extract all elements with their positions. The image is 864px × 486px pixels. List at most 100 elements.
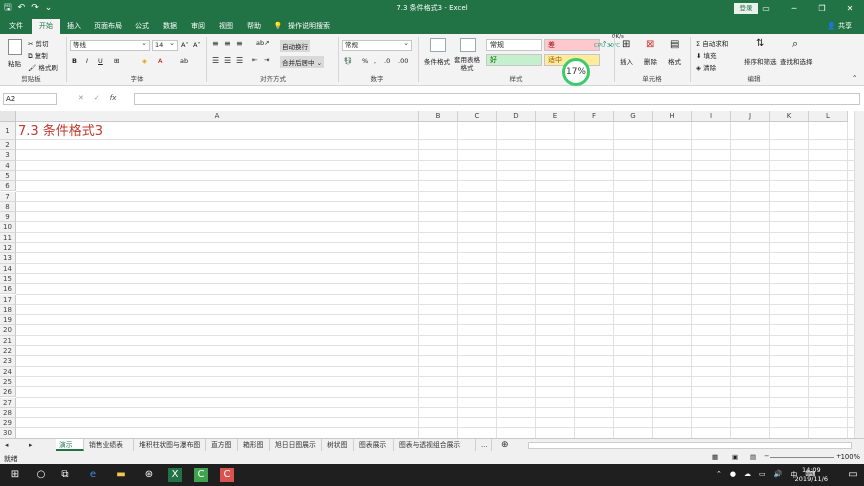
cancel-icon[interactable]: ✕ — [78, 94, 84, 102]
page-layout-view-icon[interactable]: ▣ — [732, 453, 738, 461]
column-header[interactable]: H — [653, 111, 692, 122]
red-app-icon[interactable]: C — [220, 468, 234, 482]
merge-center-button[interactable]: 合并后居中 ⌄ — [280, 56, 325, 68]
percent-button[interactable]: % — [362, 57, 368, 65]
tab-home[interactable]: 开始 — [32, 19, 60, 34]
row-header[interactable]: 27 — [0, 397, 16, 408]
border-icon[interactable]: ⊞ — [114, 57, 119, 65]
row-header[interactable]: 21 — [0, 335, 16, 346]
sheet-tab[interactable]: 旭日日图展示 — [272, 439, 322, 451]
media-player-icon[interactable]: ⊛ — [142, 468, 156, 482]
align-right-icon[interactable]: ☰ — [236, 56, 243, 65]
row-header[interactable]: 28 — [0, 407, 16, 419]
row-header[interactable]: 12 — [0, 243, 16, 254]
column-header[interactable]: G — [614, 111, 653, 122]
row-header[interactable]: 22 — [0, 346, 16, 357]
font-color-icon[interactable]: A — [158, 57, 162, 65]
row-header[interactable]: 6 — [0, 181, 16, 192]
name-box[interactable]: A2 — [3, 93, 57, 105]
zoom-out-icon[interactable]: − — [764, 452, 769, 460]
paste-button[interactable]: 粘贴 — [8, 58, 21, 68]
restore-icon[interactable]: ❐ — [808, 0, 836, 17]
row-header[interactable]: 8 — [0, 201, 16, 213]
task-view-icon[interactable]: ⧉ — [58, 468, 72, 482]
format-painter-button[interactable]: 🖌 格式刷 — [28, 62, 58, 72]
column-header[interactable]: A — [16, 111, 419, 122]
row-header[interactable]: 5 — [0, 170, 16, 182]
sheet-tab[interactable]: 销售业绩表 — [86, 439, 134, 451]
minimize-icon[interactable]: ─ — [780, 0, 808, 17]
sheet-tab[interactable]: 直方图 — [208, 439, 238, 451]
clear-button[interactable]: ◈ 清除 — [696, 62, 716, 72]
style-normal[interactable]: 常规 — [486, 39, 542, 51]
vertical-scrollbar[interactable] — [854, 111, 864, 438]
wrap-text-button[interactable]: 自动换行 — [280, 40, 310, 52]
tab-data[interactable]: 数据 — [158, 19, 182, 34]
insert-function-button[interactable]: fx — [110, 94, 117, 102]
row-header[interactable]: 15 — [0, 273, 16, 285]
column-header[interactable]: L — [809, 111, 848, 122]
sheet-tab[interactable]: 堆积柱状图与瀑布图 — [136, 439, 206, 451]
align-center-icon[interactable]: ☰ — [224, 56, 231, 65]
column-header[interactable]: J — [731, 111, 770, 122]
row-header[interactable]: 1 — [0, 122, 16, 140]
find-select-button[interactable]: 查找和选择 — [780, 56, 813, 66]
fill-color-icon[interactable]: ◈ — [142, 57, 147, 65]
delete-cells-button[interactable]: 删除 — [644, 56, 657, 66]
column-header[interactable]: D — [497, 111, 536, 122]
cut-button[interactable]: ✂ 剪切 — [28, 38, 49, 48]
share-button[interactable]: 👤 共享 — [827, 19, 852, 34]
row-header[interactable]: 23 — [0, 356, 16, 367]
number-format-select[interactable]: 常规 — [342, 39, 412, 51]
page-break-view-icon[interactable]: ▤ — [750, 453, 756, 461]
font-name-select[interactable]: 等线 — [70, 39, 150, 51]
zoom-level[interactable]: 100% — [841, 453, 860, 461]
search-icon[interactable]: ⌕ — [792, 37, 798, 51]
fill-button[interactable]: ⬇ 填充 — [696, 50, 717, 60]
row-header[interactable]: 10 — [0, 222, 16, 233]
windows-start-icon[interactable]: ⊞ — [8, 468, 22, 482]
row-header[interactable]: 7 — [0, 191, 16, 202]
add-sheet-icon[interactable]: ⊕ — [498, 439, 512, 451]
collapse-ribbon-icon[interactable]: ⌃ — [852, 74, 857, 82]
green-app-icon[interactable]: C — [194, 468, 208, 482]
row-header[interactable]: 17 — [0, 294, 16, 305]
insert-cells-icon[interactable]: ⊞ — [622, 39, 630, 50]
column-header[interactable]: F — [575, 111, 614, 122]
wechat-icon[interactable]: ● — [730, 470, 736, 480]
clock[interactable]: 14:09 2019/11/6 — [795, 466, 828, 484]
paste-icon[interactable] — [8, 39, 22, 55]
comma-style-icon[interactable]: , — [374, 57, 376, 65]
row-header[interactable]: 3 — [0, 150, 16, 161]
sheet-scroll-right-icon[interactable]: ▸ — [26, 439, 35, 451]
sheet-tab[interactable]: 图表与透视组合展示 — [396, 439, 476, 451]
insert-cells-button[interactable]: 插入 — [620, 56, 633, 66]
copy-button[interactable]: ⧉ 复制 — [28, 50, 48, 61]
tab-help[interactable]: 帮助 — [242, 19, 266, 34]
sheet-tab[interactable]: 演示 — [56, 439, 84, 451]
italic-button[interactable]: I — [86, 57, 88, 65]
column-header[interactable]: I — [692, 111, 731, 122]
column-header[interactable]: E — [536, 111, 575, 122]
style-bad[interactable]: 差 — [544, 39, 600, 51]
sheet-tab[interactable]: 树状图 — [324, 439, 354, 451]
delete-cells-icon[interactable]: ⊠ — [646, 39, 654, 50]
formula-input[interactable] — [134, 93, 860, 105]
font-size-select[interactable]: 14 — [152, 39, 178, 51]
indent-decrease-icon[interactable]: ⇤ — [252, 56, 257, 64]
close-icon[interactable]: ✕ — [836, 0, 864, 17]
worksheet-grid[interactable]: 7.3 条件格式3 A B C D E F G H I J K L 1 2 3 4 5 6 7 8 9 10 11 12 13 1… — [0, 111, 864, 438]
edge-browser-icon[interactable]: e — [86, 468, 100, 482]
sheet-scroll-left-icon[interactable]: ◂ — [2, 439, 11, 451]
excel-app-icon[interactable]: X — [168, 468, 182, 482]
table-format-button[interactable]: 套用表格格式 — [452, 56, 482, 72]
row-header[interactable]: 30 — [0, 428, 16, 438]
row-header[interactable]: 9 — [0, 212, 16, 223]
chevron-up-icon[interactable]: ⌃ — [716, 470, 722, 480]
sort-filter-icon[interactable]: ⇅ — [756, 38, 764, 49]
cloud-icon[interactable]: ☁ — [744, 470, 751, 480]
network-icon[interactable]: ▭ — [759, 470, 766, 480]
tab-review[interactable]: 审阅 — [186, 19, 210, 34]
row-header[interactable]: 29 — [0, 418, 16, 429]
row-header[interactable]: 25 — [0, 376, 16, 388]
